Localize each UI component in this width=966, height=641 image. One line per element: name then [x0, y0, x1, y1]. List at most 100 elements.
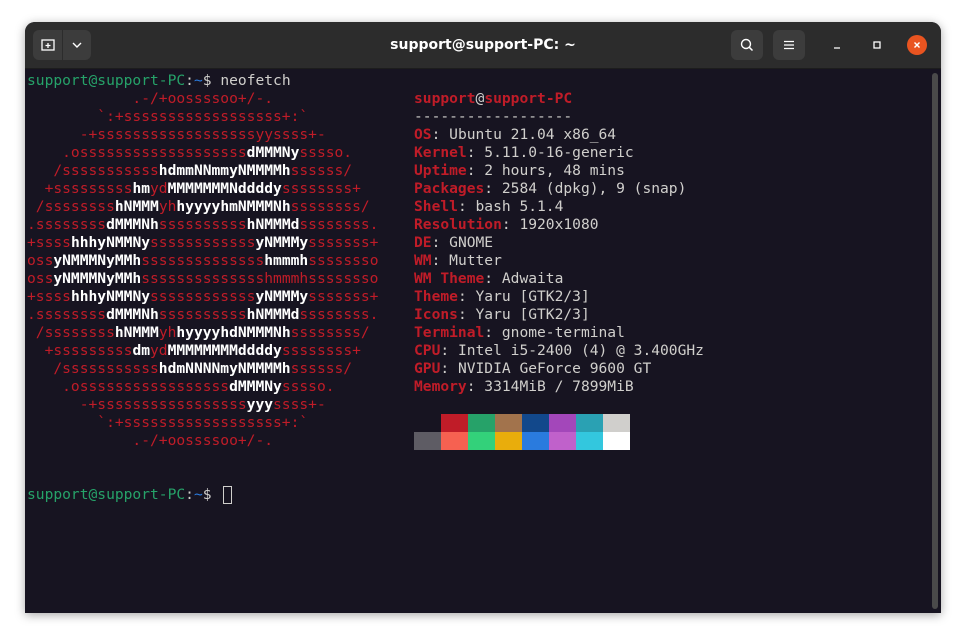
info-value: NVIDIA GeForce 9600 GT [457, 360, 652, 377]
info-header: support@support-PC [414, 90, 572, 108]
color-swatch [522, 414, 549, 432]
logo-line: -+ssssssssssssssssssyyssss+- [27, 126, 326, 144]
maximize-icon [873, 41, 881, 49]
logo-segment: hyyyyhmNMMMNh [176, 198, 291, 215]
info-colon: : [484, 270, 502, 287]
logo-line: .osssssssssssssssssdMMMNysssso. [27, 378, 335, 396]
info-key: Uptime [414, 162, 467, 179]
close-button[interactable] [907, 35, 927, 55]
logo-segment: yd [150, 342, 168, 359]
prompt-separator: : [185, 486, 194, 503]
logo-segment: yyy [246, 396, 274, 413]
logo-line: .osssssssssssssssssssdMMMNysssso. [27, 144, 352, 162]
logo-segment: sssssss+ [308, 234, 379, 251]
logo-segment: .ssssssss [27, 216, 107, 233]
logo-segment: .-/+oossssoo+/-. [27, 90, 274, 107]
terminal-area[interactable]: support@support-PC:~$ neofetch .-/+oosss… [25, 69, 929, 613]
menu-button[interactable] [773, 30, 805, 60]
info-key: Memory [414, 378, 467, 395]
info-colon: : [466, 378, 485, 395]
logo-segment: hdmNNNNmyNMMMMh [158, 360, 291, 377]
info-value: gnome-terminal [501, 324, 625, 341]
color-swatch [549, 432, 576, 450]
logo-line: +sssssssssdmydMMMMMMMMddddyssssssss+ [27, 342, 361, 360]
color-swatch [414, 414, 441, 432]
scrollbar[interactable] [932, 73, 938, 609]
color-swatch [495, 414, 522, 432]
info-colon: : [457, 306, 476, 323]
info-colon: : [466, 144, 485, 161]
logo-line: .ssssssssdMMMNhsssssssssshNMMMdssssssss. [27, 216, 378, 234]
info-colon: : [501, 216, 520, 233]
color-swatch [549, 414, 576, 432]
logo-line: ossyNMMMNyMMhsssssssssssssshmmmhssssssso [27, 270, 378, 288]
search-button[interactable] [731, 30, 763, 60]
logo-segment: .-/+oossssoo+/-. [27, 432, 274, 449]
prompt-path: ~ [193, 72, 203, 89]
prompt-separator: : [185, 72, 194, 89]
logo-line: `:+ssssssssssssssssss+:` [27, 108, 308, 126]
logo-segment: .osssssssssssssssss [27, 378, 230, 395]
info-value: bash 5.1.4 [475, 198, 564, 215]
logo-line: .-/+oossssoo+/-. [27, 90, 273, 108]
logo-line: /ssssssssssshdmmNNmmyNMMMMhssssss/ [27, 162, 352, 180]
logo-segment: sssssssssssssshmmmhssssssso [141, 270, 379, 287]
logo-line: /ssssssssssshdmNNNNmyNMMMMhssssss/ [27, 360, 352, 378]
info-row: CPU: Intel i5-2400 (4) @ 3.400GHz [414, 342, 704, 360]
logo-segment: yh [158, 198, 177, 215]
color-swatch [441, 432, 468, 450]
color-swatch [495, 432, 522, 450]
logo-segment: dMMMNh [106, 216, 159, 233]
prompt-line-1: support@support-PC:~$ neofetch [27, 72, 291, 90]
color-swatch [468, 432, 495, 450]
info-row: Resolution: 1920x1080 [414, 216, 599, 234]
logo-segment: ssssssssss [158, 306, 247, 323]
info-row: DE: GNOME [414, 234, 493, 252]
color-swatch [576, 432, 603, 450]
info-colon: : [440, 360, 458, 377]
info-key: Icons [414, 306, 458, 323]
info-value: Intel i5-2400 (4) @ 3.400GHz [457, 342, 704, 359]
prompt-symbol: $ [202, 72, 212, 89]
header-bar: support@support-PC: ~ [25, 22, 941, 69]
logo-line: -+sssssssssssssssssyyyssss+- [27, 396, 326, 414]
prompt-user-host: support@support-PC [27, 486, 186, 503]
logo-segment: hdmmNNmmyNMMMMh [158, 162, 291, 179]
color-swatch [468, 414, 495, 432]
info-key: WM Theme [414, 270, 485, 287]
logo-segment: ssssssso [308, 252, 379, 269]
logo-line: /sssssssshNMMMyhhyyyyhmNMMMNhssssssss/ [27, 198, 370, 216]
info-colon: : [431, 126, 450, 143]
info-key: Theme [414, 288, 458, 305]
command-text: neofetch [211, 72, 291, 89]
logo-segment: ssssss/ [290, 162, 353, 179]
prompt-user-host: support@support-PC [27, 72, 186, 89]
info-colon: : [431, 252, 450, 269]
logo-segment: yh [158, 324, 177, 341]
logo-segment: /ssssssss [27, 198, 115, 215]
logo-line: /sssssssshNMMMyhhyyyyhdNMMMNhssssssss/ [27, 324, 370, 342]
info-colon: : [466, 162, 485, 179]
logo-segment: sssso. [281, 378, 335, 395]
minimize-button[interactable] [827, 35, 847, 55]
logo-segment: ssssssssssssss [141, 252, 265, 269]
logo-segment: ssssssssssss [150, 288, 256, 305]
maximize-button[interactable] [867, 35, 887, 55]
info-row: Terminal: gnome-terminal [414, 324, 625, 342]
logo-line: +sssshhhyNMMNyssssssssssssyNMMMysssssss+ [27, 288, 378, 306]
logo-segment: +ssss [27, 234, 71, 251]
color-swatch [603, 432, 630, 450]
info-value: Ubuntu 21.04 x86_64 [449, 126, 617, 143]
info-row: Packages: 2584 (dpkg), 9 (snap) [414, 180, 686, 198]
logo-segment: hNMMM [114, 198, 159, 215]
logo-segment: `:+ssssssssssssssssss+:` [27, 108, 309, 125]
info-row: Icons: Yaru [GTK2/3] [414, 306, 590, 324]
close-icon [914, 42, 920, 48]
logo-segment: MMMMMMMMddddy [167, 342, 282, 359]
terminal-window: support@support-PC: ~ support@support-PC… [25, 22, 941, 613]
logo-segment: ssss+- [273, 396, 326, 413]
info-key: GPU [414, 360, 441, 377]
logo-segment: ssssssss. [299, 216, 379, 233]
info-key: Resolution [414, 216, 502, 233]
info-at: @ [475, 90, 485, 107]
